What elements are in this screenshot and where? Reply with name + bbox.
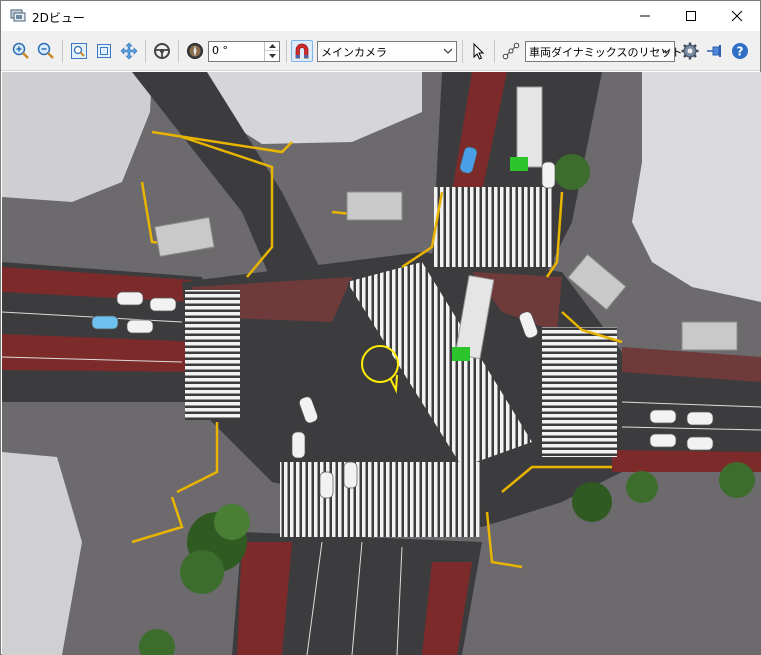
toolbar-separator (462, 40, 463, 63)
toolbar-separator (145, 40, 146, 63)
chevron-down-icon (443, 48, 453, 54)
rotation-angle-value: 0 ° (212, 44, 228, 57)
toolbar-separator (286, 40, 287, 63)
title-bar[interactable]: 2Dビュー (1, 1, 760, 31)
help-icon: ? (732, 43, 748, 59)
zoom-out-icon (37, 42, 54, 59)
rotation-spinner (264, 42, 279, 61)
maximize-icon (686, 11, 696, 21)
toolbar-separator (494, 40, 495, 63)
pin-icon (707, 45, 721, 57)
window-title: 2Dビュー (32, 11, 85, 25)
pan-icon (120, 42, 138, 60)
pin-button[interactable] (704, 40, 726, 62)
triangle-up-icon (268, 44, 276, 48)
pan-button[interactable] (118, 40, 140, 62)
dynamics-select[interactable]: 車両ダイナミックスのリセット (525, 41, 682, 62)
path-icon (502, 42, 520, 60)
magnet-snap-toggle[interactable] (291, 40, 313, 62)
help-button[interactable]: ? (729, 40, 751, 62)
cursor-icon (473, 42, 485, 60)
compass-icon (187, 43, 203, 59)
gear-icon (681, 42, 699, 60)
toolbar: 0 ° メインカメラ 車両ダイナミックスのリセット ? (1, 31, 760, 71)
zoom-area-button[interactable] (68, 40, 90, 62)
settings-button[interactable] (679, 40, 701, 62)
rotation-angle-field[interactable]: 0 ° (208, 41, 280, 62)
compass-button[interactable] (184, 40, 206, 62)
zoom-in-icon (12, 42, 29, 59)
toolbar-separator (178, 40, 179, 63)
map-viewport[interactable] (2, 72, 761, 655)
minimize-button[interactable] (622, 1, 668, 31)
triangle-down-icon (268, 53, 276, 58)
toolbar-separator (62, 40, 63, 63)
app-window: 2Dビュー 0 ° メインカメラ 車両ダイナミックスのリセット ? (0, 0, 761, 655)
svg-text:?: ? (737, 45, 744, 59)
intersection-map (2, 72, 761, 655)
fit-window-button[interactable] (93, 40, 115, 62)
zoom-area-icon (71, 43, 87, 59)
chevron-down-icon (661, 48, 671, 54)
spin-down-button[interactable] (265, 51, 279, 60)
dynamics-select-value: 車両ダイナミックスのリセット (529, 46, 683, 59)
fit-window-icon (97, 44, 111, 58)
minimize-icon (640, 15, 650, 17)
spin-up-button[interactable] (265, 42, 279, 51)
path-tool-button[interactable] (500, 40, 522, 62)
maximize-button[interactable] (668, 1, 714, 31)
close-button[interactable] (714, 1, 760, 31)
camera-select-value: メインカメラ (321, 46, 387, 59)
magnet-icon (295, 43, 309, 59)
zoom-in-button[interactable] (10, 40, 32, 62)
layers-icon (10, 9, 26, 23)
camera-select[interactable]: メインカメラ (317, 41, 457, 62)
steering-wheel-icon (154, 43, 170, 59)
zoom-out-button[interactable] (35, 40, 57, 62)
steering-button[interactable] (151, 40, 173, 62)
close-icon (731, 10, 743, 22)
select-tool-button[interactable] (467, 40, 489, 62)
